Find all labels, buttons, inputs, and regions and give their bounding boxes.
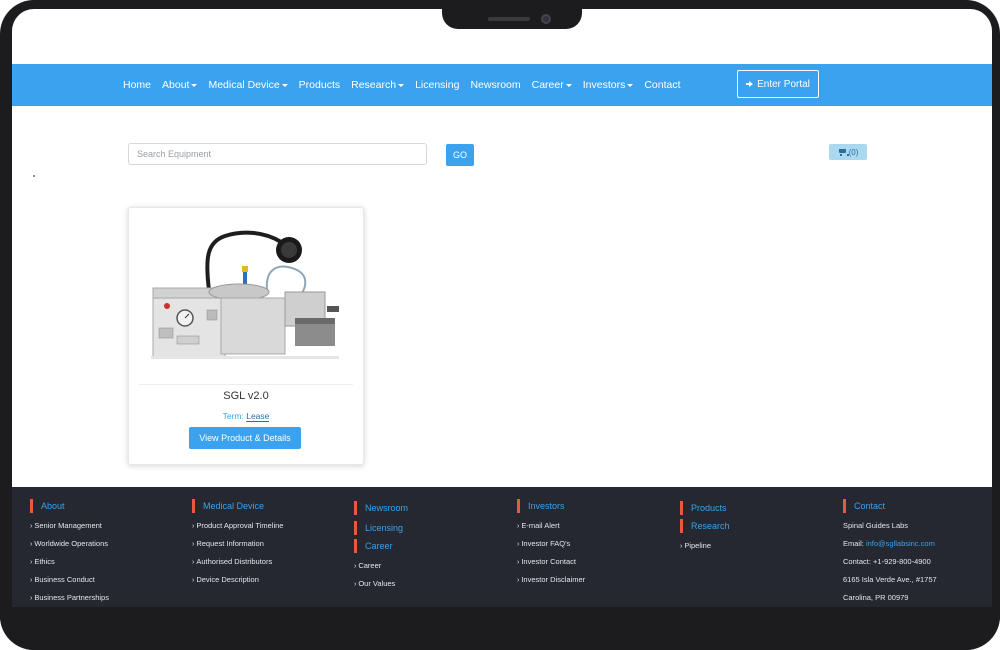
caret-down-icon: [627, 83, 634, 87]
footer-medical-device-column: Medical Device › Product Approval Timelin…: [192, 499, 283, 589]
footer-investors-column: Investors › E-mail Alert › Investor FAQ's …: [517, 499, 585, 589]
browser-screen: Home About Medical Device Products Resea…: [12, 9, 992, 607]
footer-career-heading: Career: [354, 539, 408, 553]
search-go-button[interactable]: GO: [446, 144, 474, 166]
device-notch: [442, 9, 582, 29]
speaker-grille: [488, 17, 530, 21]
footer-link[interactable]: › Career: [354, 557, 408, 575]
footer-link[interactable]: › Device Description: [192, 571, 283, 589]
nav-links: Home About Medical Device Products Resea…: [123, 64, 681, 106]
shopping-cart-icon: [838, 148, 849, 156]
main-navbar: Home About Medical Device Products Resea…: [12, 64, 992, 106]
footer-link[interactable]: › Business Conduct: [30, 571, 109, 589]
dot-mark: [33, 175, 35, 177]
footer-link[interactable]: › E-mail Alert: [517, 517, 585, 535]
chevron-right-icon: ›: [354, 581, 357, 588]
footer-link[interactable]: › Investor Contact: [517, 553, 585, 571]
chevron-right-icon: ›: [192, 541, 195, 548]
footer-about-heading: About: [30, 499, 109, 513]
nav-research[interactable]: Research: [351, 79, 405, 91]
footer-medical-device-heading: Medical Device: [192, 499, 283, 513]
footer-link[interactable]: › Our Values: [354, 575, 408, 593]
chevron-right-icon: ›: [192, 559, 195, 566]
device-bottom-bezel: [0, 607, 1000, 650]
nav-products[interactable]: Products: [299, 79, 340, 91]
chevron-right-icon: ›: [517, 541, 520, 548]
contact-address-line1: 6165 Isla Verde Ave., #1757: [843, 575, 937, 584]
footer-research-heading: Research: [680, 519, 730, 533]
chevron-right-icon: ›: [30, 577, 33, 584]
footer-link[interactable]: › Business Partnerships: [30, 589, 109, 607]
footer-link[interactable]: › Investor Disclaimer: [517, 571, 585, 589]
chevron-right-icon: ›: [30, 541, 33, 548]
footer-products-heading[interactable]: Products: [680, 501, 730, 515]
contact-email: Email: info@sgllabsinc.com: [843, 539, 935, 548]
chevron-right-icon: ›: [192, 523, 195, 530]
chevron-right-icon: ›: [517, 523, 520, 530]
footer-products-column: Products Research › Pipeline: [680, 499, 730, 555]
view-product-button[interactable]: View Product & Details: [189, 427, 301, 449]
caret-down-icon: [398, 83, 405, 87]
caret-down-icon: [281, 83, 288, 87]
company-name: Spinal Guides Labs: [843, 521, 909, 530]
front-camera: [541, 14, 551, 24]
site-footer: About › Senior Management › Worldwide Oper…: [12, 487, 992, 607]
nav-career[interactable]: Career: [532, 79, 572, 91]
footer-link[interactable]: › Investor FAQ's: [517, 535, 585, 553]
chevron-right-icon: ›: [30, 559, 33, 566]
footer-newsroom-heading[interactable]: Newsroom: [354, 501, 408, 515]
email-link[interactable]: info@sgllabsinc.com: [866, 539, 935, 548]
nav-medical-device[interactable]: Medical Device: [208, 79, 288, 91]
chevron-right-icon: ›: [30, 595, 33, 602]
search-input[interactable]: [128, 143, 427, 165]
footer-licensing-heading[interactable]: Licensing: [354, 521, 408, 535]
footer-link[interactable]: › Worldwide Operations: [30, 535, 109, 553]
nav-licensing[interactable]: Licensing: [415, 79, 459, 91]
chevron-right-icon: ›: [680, 543, 683, 550]
contact-phone: Contact: +1-929-800-4900: [843, 557, 931, 566]
product-card: SGL v2.0 Term: Lease View Product & Deta…: [128, 207, 364, 465]
chevron-right-icon: ›: [192, 577, 195, 584]
nav-contact[interactable]: Contact: [644, 79, 680, 91]
nav-investors[interactable]: Investors: [583, 79, 634, 91]
product-machine-image[interactable]: [147, 218, 347, 378]
nav-newsroom[interactable]: Newsroom: [470, 79, 520, 91]
contact-address-line2: Carolina, PR 00979: [843, 593, 909, 602]
cart-button[interactable]: (0): [829, 144, 867, 160]
footer-about-column: About › Senior Management › Worldwide Oper…: [30, 499, 109, 607]
product-term: Term: Lease: [222, 411, 270, 422]
chevron-right-icon: ›: [517, 577, 520, 584]
footer-contact-column: Contact Spinal Guides Labs Email: info@s…: [843, 499, 937, 607]
footer-link[interactable]: › Request Information: [192, 535, 283, 553]
footer-link[interactable]: › Ethics: [30, 553, 109, 571]
caret-down-icon: [191, 83, 198, 87]
chevron-right-icon: ›: [517, 559, 520, 566]
term-value: Lease: [246, 411, 270, 422]
sign-in-icon: [746, 80, 754, 88]
nav-about[interactable]: About: [162, 79, 198, 91]
footer-link[interactable]: › Product Approval Timeline: [192, 517, 283, 535]
footer-link[interactable]: › Authorised Distributors: [192, 553, 283, 571]
card-divider: [139, 384, 353, 385]
footer-link[interactable]: › Senior Management: [30, 517, 109, 535]
footer-investors-heading: Investors: [517, 499, 585, 513]
footer-link[interactable]: › Pipeline: [680, 537, 730, 555]
product-name[interactable]: SGL v2.0: [129, 390, 363, 402]
chevron-right-icon: ›: [30, 523, 33, 530]
footer-contact-heading: Contact: [843, 499, 937, 513]
chevron-right-icon: ›: [354, 563, 357, 570]
nav-home[interactable]: Home: [123, 79, 151, 91]
caret-down-icon: [565, 83, 572, 87]
enter-portal-button[interactable]: Enter Portal: [737, 70, 819, 98]
footer-newsroom-column: Newsroom Licensing Career › Career › Our V…: [354, 499, 408, 593]
